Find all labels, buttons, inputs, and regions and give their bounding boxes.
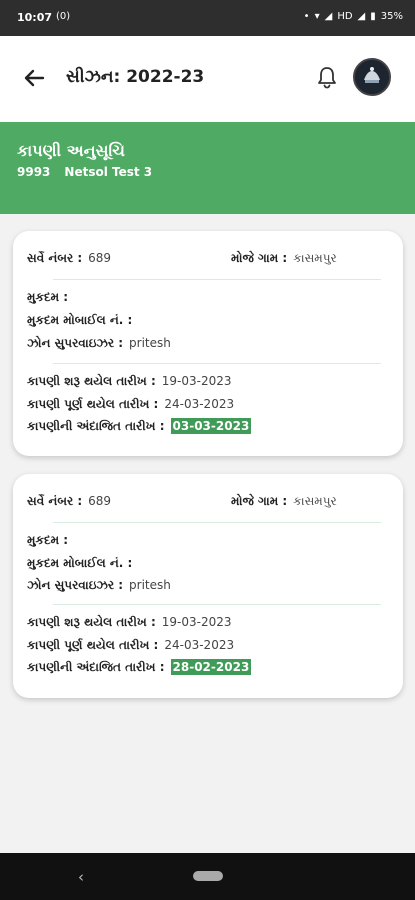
- zone-supervisor-field: ઝોન સુપરવાઇઝર : pritesh: [27, 336, 171, 351]
- farmer-code: 9993: [17, 165, 51, 179]
- harvest-estimated-label: કાપણીની અંદાજિત તારીખ :: [27, 660, 165, 674]
- dot-icon: •: [303, 11, 310, 22]
- mukadam-mobile-label: મુકદમ મોબાઈલ નં. :: [27, 556, 133, 570]
- status-time: 10:07: [17, 11, 53, 24]
- bell-icon: [318, 67, 336, 89]
- survey-number-field: સર્વે નંબર : 689: [27, 251, 111, 266]
- avatar[interactable]: [353, 58, 391, 96]
- survey-number-field: સર્વે નંબર : 689: [27, 494, 111, 509]
- mukadam-field: મુકદમ :: [27, 533, 68, 548]
- harvest-estimated-value: 28-02-2023: [170, 659, 252, 675]
- banner-title: કાપણી અનુસૂચિ: [17, 141, 125, 160]
- signal-icon: ◢: [324, 11, 333, 22]
- profile-logo-icon: [355, 60, 389, 94]
- farmer-name: Netsol Test 3: [64, 165, 153, 179]
- divider: [53, 604, 381, 605]
- wifi-icon: ▾: [314, 11, 320, 22]
- village-value: કાસમપુર: [293, 251, 337, 265]
- notification-count: (0): [56, 11, 71, 22]
- schedule-banner: કાપણી અનુસૂચિ 9993 Netsol Test 3: [0, 122, 415, 214]
- harvest-estimated-field: કાપણીની અંદાજિત તારીખ : 28-02-2023: [27, 659, 252, 675]
- status-bar: 10:07 (0) • ▾ ◢ HD ◢ ▮ 35%: [0, 0, 415, 36]
- status-icons: • ▾ ◢ HD ◢ ▮ 35%: [304, 11, 403, 22]
- signal-icon-2: ◢: [357, 11, 366, 22]
- harvest-estimated-field: કાપણીની અંદાજિત તારીખ : 03-03-2023: [27, 418, 252, 434]
- harvest-complete-value: 24-03-2023: [164, 397, 235, 411]
- survey-number-label: સર્વે નંબર :: [27, 251, 83, 265]
- zone-supervisor-value: pritesh: [129, 578, 171, 592]
- survey-number-value: 689: [88, 251, 112, 265]
- mukadam-mobile-label: મુકદમ મોબાઈલ નં. :: [27, 313, 133, 327]
- village-field: મોજે ગામ : કાસમપુર: [231, 251, 337, 266]
- page-title: સીઝન: 2022-23: [66, 67, 205, 87]
- harvest-estimated-value: 03-03-2023: [170, 418, 252, 434]
- harvest-start-value: 19-03-2023: [161, 615, 232, 629]
- home-pill-icon[interactable]: [193, 871, 223, 881]
- system-back-icon[interactable]: ‹: [78, 868, 84, 886]
- harvest-complete-field: કાપણી પૂર્ણ થયેલ તારીખ : 24-03-2023: [27, 397, 234, 412]
- mukadam-field: મુકદમ :: [27, 290, 68, 305]
- harvest-start-label: કાપણી શરૂ થયેલ તારીખ :: [27, 615, 156, 629]
- mukadam-label: મુકદમ :: [27, 533, 69, 547]
- back-arrow-icon: [24, 69, 45, 87]
- zone-supervisor-value: pritesh: [129, 336, 171, 350]
- survey-number-value: 689: [88, 494, 112, 508]
- mukadam-mobile-field: મુકદમ મોબાઈલ નં. :: [27, 556, 132, 571]
- village-label: મોજે ગામ :: [231, 251, 288, 265]
- village-value: કાસમપુર: [293, 494, 337, 508]
- harvest-start-field: કાપણી શરૂ થયેલ તારીખ : 19-03-2023: [27, 615, 232, 630]
- notification-button[interactable]: [313, 64, 341, 92]
- zone-supervisor-label: ઝોન સુપરવાઇઝર :: [27, 336, 124, 350]
- banner-subtitle: 9993 Netsol Test 3: [17, 165, 152, 179]
- divider: [53, 279, 381, 280]
- battery-icon: ▮: [370, 11, 376, 22]
- schedule-card[interactable]: સર્વે નંબર : 689 મોજે ગામ : કાસમપુર મુકદમ …: [13, 474, 403, 698]
- harvest-start-field: કાપણી શરૂ થયેલ તારીખ : 19-03-2023: [27, 374, 232, 389]
- battery-level: 35%: [380, 11, 403, 22]
- mukadam-label: મુકદમ :: [27, 290, 69, 304]
- harvest-complete-label: કાપણી પૂર્ણ થયેલ તારીખ :: [27, 397, 159, 411]
- harvest-complete-label: કાપણી પૂર્ણ થયેલ તારીખ :: [27, 638, 159, 652]
- schedule-card[interactable]: સર્વે નંબર : 689 મોજે ગામ : કાસમપુર મુકદમ …: [13, 231, 403, 456]
- survey-number-label: સર્વે નંબર :: [27, 494, 83, 508]
- network-type: HD: [337, 11, 353, 22]
- harvest-start-label: કાપણી શરૂ થયેલ તારીખ :: [27, 374, 156, 388]
- village-label: મોજે ગામ :: [231, 494, 288, 508]
- zone-supervisor-label: ઝોન સુપરવાઇઝર :: [27, 578, 124, 592]
- mukadam-mobile-field: મુકદમ મોબાઈલ નં. :: [27, 313, 132, 328]
- system-nav-bar: ‹: [0, 853, 415, 900]
- back-button[interactable]: [18, 62, 50, 94]
- harvest-start-value: 19-03-2023: [161, 374, 232, 388]
- zone-supervisor-field: ઝોન સુપરવાઇઝર : pritesh: [27, 578, 171, 593]
- divider: [53, 363, 381, 364]
- harvest-estimated-label: કાપણીની અંદાજિત તારીખ :: [27, 419, 165, 433]
- harvest-complete-field: કાપણી પૂર્ણ થયેલ તારીખ : 24-03-2023: [27, 638, 234, 653]
- divider: [53, 522, 381, 523]
- app-bar: સીઝન: 2022-23: [0, 36, 415, 122]
- harvest-complete-value: 24-03-2023: [164, 638, 235, 652]
- village-field: મોજે ગામ : કાસમપુર: [231, 494, 337, 509]
